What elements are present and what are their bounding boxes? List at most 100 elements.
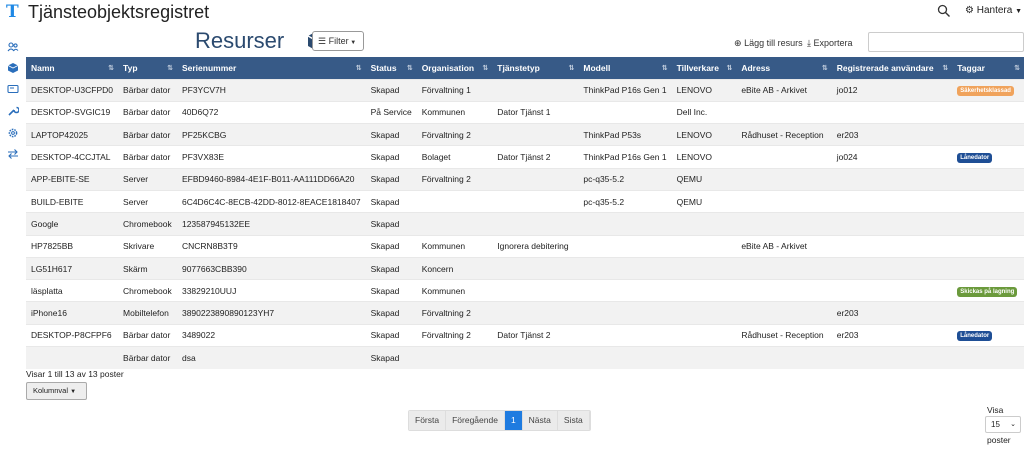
- table-cell: Dator Tjänst 1: [492, 100, 579, 124]
- column-header[interactable]: Serienummer ⇅: [176, 57, 366, 79]
- column-header[interactable]: Namn ⇅: [26, 57, 119, 79]
- card-icon[interactable]: [7, 83, 19, 95]
- table-cell: 6C4D6C4C-8ECB-42DD-8012-8EACE1818407: [176, 189, 366, 213]
- column-header[interactable]: Typ ⇅: [118, 57, 177, 79]
- table-search-input[interactable]: [868, 32, 1024, 52]
- table-cell: [736, 189, 832, 213]
- plus-circle-icon: ⊕: [734, 38, 742, 48]
- table-cell: Bärbar dator: [118, 346, 177, 369]
- table-cell: [831, 212, 953, 236]
- table-cell: HP7825BB: [26, 234, 119, 258]
- column-header-label: Serienummer: [181, 62, 237, 73]
- sort-icon[interactable]: ⇅: [726, 64, 732, 72]
- table-cell: Server: [118, 189, 177, 213]
- table-cell: Skärm: [118, 256, 177, 280]
- table-cell: [578, 100, 672, 124]
- column-header[interactable]: Adress ⇅: [736, 57, 832, 79]
- table-cell: [671, 301, 737, 325]
- column-header[interactable]: Registrerade användare ⇅: [831, 57, 953, 79]
- table-row[interactable]: DESKTOP-P8CFPF6 Bärbar dator 3489022 Skapad…: [26, 323, 1024, 347]
- table-cell: [736, 256, 832, 280]
- sort-icon[interactable]: ⇅: [1014, 64, 1020, 72]
- tag-badge[interactable]: Lånedator: [957, 153, 993, 164]
- app-logo[interactable]: T: [6, 3, 22, 21]
- sort-icon[interactable]: ⇅: [662, 64, 668, 72]
- column-header[interactable]: Tjänstetyp ⇅: [492, 57, 579, 79]
- column-choice-button[interactable]: Kolumnval ▼: [26, 382, 87, 400]
- table-row[interactable]: Google Chromebook 123587945132EE Skapad: [26, 212, 1024, 236]
- sort-icon[interactable]: ⇅: [407, 64, 413, 72]
- table-cell: ThinkPad P16s Gen 1: [578, 145, 672, 169]
- export-button[interactable]: ⤓ Exportera: [807, 37, 853, 49]
- table-cell: [578, 279, 672, 302]
- table-cell: [492, 279, 579, 302]
- table-cell: [736, 167, 832, 191]
- resources-table: Namn ⇅ Typ ⇅ Serienummer ⇅ Status ⇅ Organisation…: [26, 57, 1024, 369]
- tag-badge[interactable]: Säkerhetsklassad: [957, 86, 1014, 97]
- table-cell: Bärbar dator: [118, 123, 177, 146]
- table-row[interactable]: iPhone16 Mobiltelefon 3890223890890123YH7 S…: [26, 301, 1024, 325]
- table-row[interactable]: HP7825BB Skrivare CNCRN8B3T9 Skapad Kommunen…: [26, 234, 1024, 258]
- table-cell: Ignorera debitering: [492, 234, 579, 258]
- sort-icon[interactable]: ⇅: [108, 64, 114, 72]
- search-icon[interactable]: [937, 4, 951, 18]
- table-info: Visar 1 till 13 av 13 poster: [26, 369, 124, 379]
- column-header-label: Modell: [583, 62, 611, 73]
- tags-cell: [952, 212, 1024, 236]
- sort-icon[interactable]: ⇅: [482, 64, 488, 72]
- table-cell: [831, 279, 953, 302]
- table-cell: Dator Tjänst 2: [492, 323, 579, 347]
- sort-icon[interactable]: ⇅: [569, 64, 575, 72]
- wrench-icon[interactable]: [7, 105, 19, 117]
- add-resource-button[interactable]: ⊕ Lägg till resurs: [734, 37, 803, 49]
- arrows-icon[interactable]: [7, 148, 19, 160]
- table-cell: [492, 189, 579, 213]
- table-cell: [831, 256, 953, 280]
- tag-badge[interactable]: Lånedator: [957, 331, 993, 342]
- filter-button[interactable]: ☰ Filter ▼: [312, 31, 364, 51]
- sort-icon[interactable]: ⇅: [822, 64, 828, 72]
- sort-icon[interactable]: ⇅: [167, 64, 173, 72]
- box-icon[interactable]: [7, 62, 19, 74]
- page-prev-button[interactable]: Föregående: [446, 411, 505, 430]
- tag-badge[interactable]: Skickas på lagning: [957, 286, 1018, 297]
- table-cell: Dator Tjänst 2: [492, 145, 579, 169]
- page-next-button[interactable]: Nästa: [522, 411, 558, 430]
- sort-icon[interactable]: ⇅: [942, 64, 948, 72]
- column-header[interactable]: Taggar ⇅: [952, 57, 1024, 79]
- page-current-button[interactable]: 1: [504, 411, 523, 430]
- table-row[interactable]: DESKTOP-U3CFPD0 Bärbar dator PF3YCV7H Skapa…: [26, 78, 1024, 102]
- add-resource-label: Lägg till resurs: [744, 38, 803, 48]
- table-cell: [831, 346, 953, 369]
- table-cell: Skapad: [365, 234, 417, 258]
- column-header[interactable]: Status ⇅: [365, 57, 417, 79]
- manage-menu-button[interactable]: ⚙ Hantera ▼: [965, 4, 1022, 19]
- caret-down-icon: ▼: [348, 40, 357, 46]
- table-row[interactable]: BUILD-EBITE Server 6C4D6C4C-8ECB-42DD-8012…: [26, 189, 1024, 213]
- column-header[interactable]: Organisation ⇅: [416, 57, 493, 79]
- table-row[interactable]: DESKTOP-4CCJTAL Bärbar dator PF3VX83E Skapa…: [26, 145, 1024, 169]
- table-cell: 33829210UUJ: [176, 279, 366, 302]
- table-row[interactable]: LAPTOP42025 Bärbar dator PF25KCBG Skapad För…: [26, 123, 1024, 146]
- table-row[interactable]: DESKTOP-SVGIC19 Bärbar dator 40D6Q72 På Ser…: [26, 100, 1024, 124]
- table-cell: [736, 212, 832, 236]
- table-cell: eBite AB - Arkivet: [736, 234, 832, 258]
- page-first-button[interactable]: Första: [409, 411, 447, 430]
- sort-icon[interactable]: ⇅: [356, 64, 362, 72]
- column-header[interactable]: Tillverkare ⇅: [671, 57, 737, 79]
- tags-cell: [952, 123, 1024, 146]
- table-row[interactable]: läsplatta Chromebook 33829210UUJ Skapad Komm…: [26, 279, 1024, 302]
- column-header[interactable]: Modell ⇅: [578, 57, 672, 79]
- table-cell: Bärbar dator: [118, 323, 177, 347]
- table-row[interactable]: APP-EBITE-SE Server EFBD9460-8984-4E1F-B01…: [26, 167, 1024, 191]
- table-cell: [671, 279, 737, 302]
- table-cell: 3890223890890123YH7: [176, 301, 366, 325]
- page-last-button[interactable]: Sista: [557, 411, 590, 430]
- page-size-select[interactable]: 15 ⌄: [985, 416, 1021, 433]
- gear-icon[interactable]: [7, 127, 19, 139]
- table-cell: DESKTOP-U3CFPD0: [26, 78, 119, 102]
- users-icon[interactable]: [7, 41, 19, 53]
- tags-cell: Lånedator: [952, 145, 1024, 169]
- table-row[interactable]: Bärbar dator dsa Skapad: [26, 346, 1024, 369]
- table-row[interactable]: LG51H617 Skärm 9077663CBB390 Skapad Koncern: [26, 256, 1024, 280]
